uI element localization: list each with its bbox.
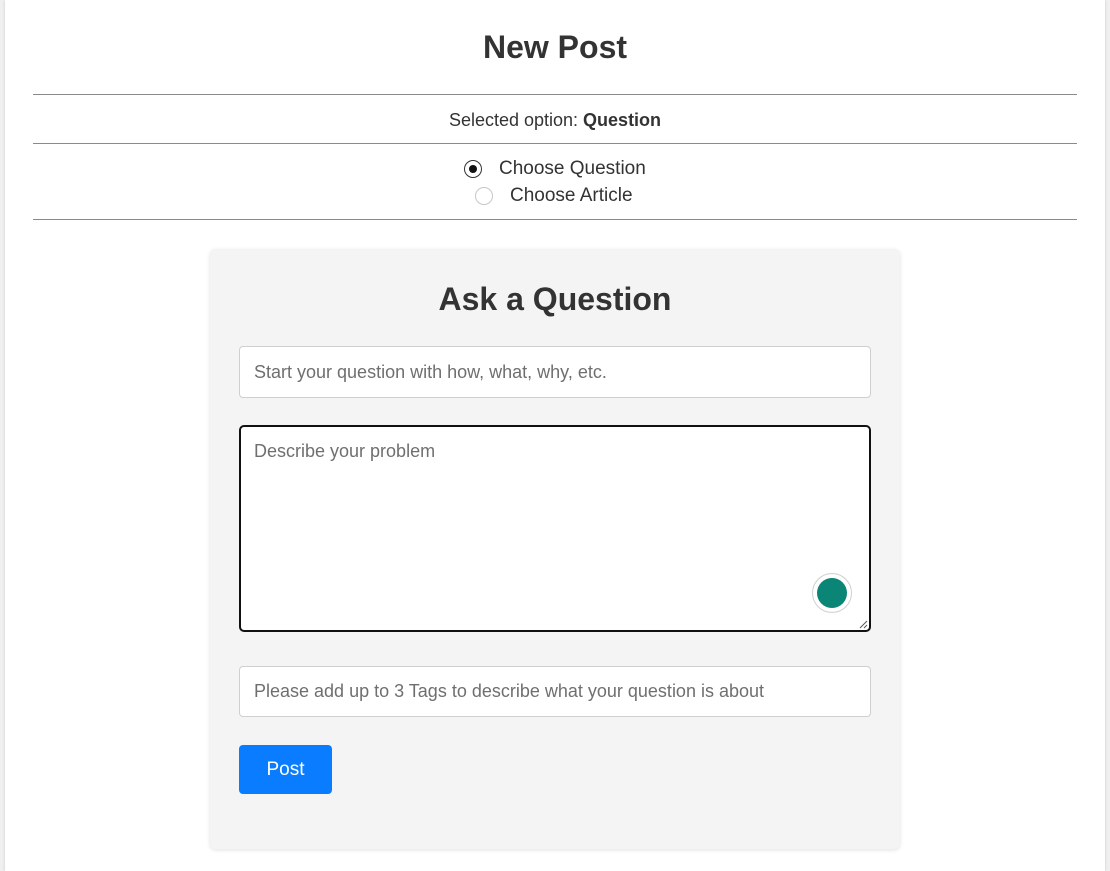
- option-article[interactable]: Choose Article: [475, 184, 633, 208]
- form-title: Ask a Question: [438, 281, 672, 317]
- divider: [33, 94, 1077, 95]
- post-button[interactable]: Post: [239, 745, 332, 794]
- selected-option-prefix: Selected option:: [448, 110, 579, 130]
- divider: [33, 219, 1077, 220]
- resize-handle-icon[interactable]: [858, 619, 868, 629]
- description-field-wrapper: [239, 425, 871, 632]
- page: New Post Selected option: Question Choos…: [5, 0, 1105, 871]
- question-form-card: Ask a Question Post: [210, 249, 900, 849]
- page-title: New Post: [482, 29, 628, 65]
- option-article-label: Choose Article: [510, 185, 633, 206]
- selected-option-text: Selected option: Question: [5, 109, 1105, 131]
- divider: [33, 143, 1077, 144]
- assistant-dot: [817, 578, 847, 608]
- option-question[interactable]: Choose Question: [464, 157, 646, 181]
- radio-article[interactable]: [475, 187, 493, 205]
- tags-input[interactable]: [239, 666, 871, 717]
- question-title-input[interactable]: [239, 346, 871, 398]
- description-textarea[interactable]: [241, 427, 869, 630]
- radio-question[interactable]: [464, 160, 482, 178]
- selected-option-value: Question: [583, 110, 662, 130]
- assistant-dot-icon[interactable]: [812, 573, 852, 613]
- option-question-label: Choose Question: [499, 158, 646, 179]
